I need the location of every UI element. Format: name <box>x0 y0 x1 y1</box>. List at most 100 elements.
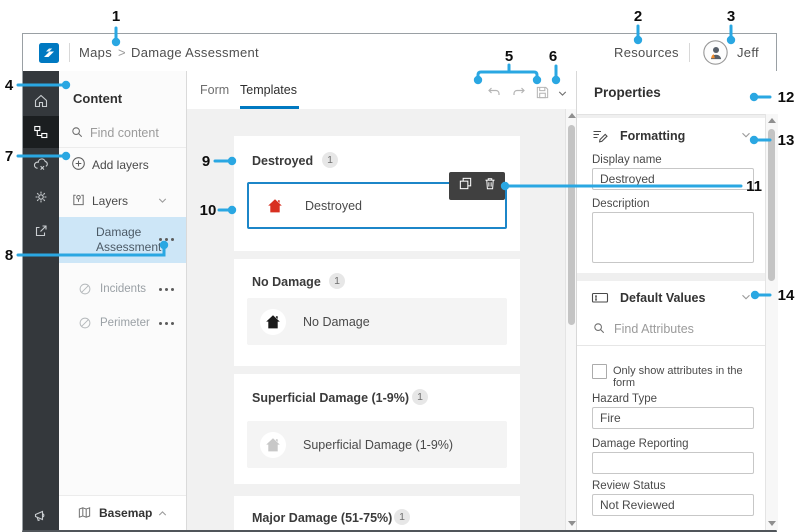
template-symbol-circle <box>262 193 288 219</box>
scroll-down-arrow[interactable] <box>768 521 776 526</box>
scroll-up-arrow[interactable] <box>568 113 576 118</box>
default-values-title: Default Values <box>620 291 705 305</box>
home-icon[interactable] <box>23 86 59 116</box>
callout-8: 8 <box>0 247 18 264</box>
find-content-input[interactable]: Find content <box>90 126 159 140</box>
formatting-icon <box>591 127 609 150</box>
callout-14: 14 <box>771 287 801 304</box>
group-count-badge: 1 <box>329 273 345 289</box>
callout-11: 11 <box>739 178 769 195</box>
default-values-section: Default Values Find Attributes Only show… <box>577 281 766 530</box>
template-card-superficial[interactable]: Superficial Damage (1-9%) <box>247 421 507 468</box>
properties-scrollbar-thumb[interactable] <box>768 129 775 281</box>
add-layers-icon <box>71 156 86 176</box>
redo-icon[interactable] <box>511 86 526 105</box>
basemap-chevron-up-icon[interactable] <box>156 507 169 525</box>
template-group-destroyed: Destroyed 1 Destroyed <box>234 136 520 251</box>
add-layers-button[interactable]: Add layers <box>92 158 149 172</box>
template-group-superficial: Superficial Damage (1-9%) 1 Superficial … <box>234 374 520 484</box>
description-textarea[interactable] <box>592 212 754 263</box>
layer-row-incidents[interactable]: Incidents <box>59 277 186 301</box>
tab-form[interactable]: Form <box>200 83 229 97</box>
disabled-layer-icon <box>78 282 92 301</box>
field-label-review-status: Review Status <box>592 480 666 492</box>
share-export-icon[interactable] <box>23 216 59 246</box>
callout-5: 5 <box>497 48 521 65</box>
header-divider-2 <box>689 43 690 62</box>
layer-row-damage-assessment[interactable]: Damage Assessment <box>59 217 186 263</box>
disabled-layer-icon <box>78 316 92 335</box>
template-card-no-damage[interactable]: No Damage <box>247 298 507 345</box>
layer-name: Damage Assessment <box>96 225 158 255</box>
top-header: Maps > Damage Assessment Resources Jeff <box>23 34 776 72</box>
display-name-label: Display name <box>592 154 662 166</box>
callout-3: 3 <box>719 8 743 25</box>
offline-cloud-icon[interactable] <box>23 149 59 179</box>
editor-tabbar: Form Templates <box>187 71 577 110</box>
callout-2: 2 <box>626 8 650 25</box>
callout-1: 1 <box>104 8 128 25</box>
template-group-major: Major Damage (51-75%) 1 <box>234 496 520 530</box>
group-count-badge: 1 <box>394 509 410 525</box>
template-group-no-damage: No Damage 1 No Damage <box>234 259 520 366</box>
template-label: No Damage <box>303 315 370 329</box>
breadcrumb-maps[interactable]: Maps <box>79 45 112 60</box>
scroll-up-arrow[interactable] <box>768 118 776 123</box>
callout-9: 9 <box>194 153 218 170</box>
main-scrollbar-thumb[interactable] <box>568 125 575 325</box>
breadcrumb-separator: > <box>118 45 126 60</box>
save-icon[interactable] <box>535 85 550 105</box>
callout-4: 4 <box>0 77 18 94</box>
formatting-collapse-chevron-icon[interactable] <box>739 128 753 147</box>
scroll-down-arrow[interactable] <box>568 521 576 526</box>
basemap-row[interactable]: Basemap <box>59 496 186 530</box>
callout-7: 7 <box>0 148 18 165</box>
find-attributes-input[interactable]: Find Attributes <box>614 322 694 336</box>
divider <box>577 345 766 346</box>
properties-panel: Properties Formatting Display name Descr… <box>576 71 777 530</box>
review-status-input[interactable] <box>592 494 754 516</box>
tab-templates[interactable]: Templates <box>240 83 297 97</box>
feedback-megaphone-icon[interactable] <box>23 501 59 531</box>
user-avatar[interactable] <box>703 40 728 70</box>
group-count-badge: 1 <box>412 389 428 405</box>
esri-logo-icon[interactable] <box>39 43 59 68</box>
undo-icon[interactable] <box>487 86 502 105</box>
left-nav-rail <box>23 71 59 530</box>
basemap-icon <box>77 505 92 525</box>
layers-chevron-down-icon[interactable] <box>156 194 169 212</box>
default-values-collapse-chevron-icon[interactable] <box>739 290 753 309</box>
templates-scroll-area[interactable]: Destroyed 1 Destroyed <box>187 109 565 530</box>
search-icon <box>592 321 606 340</box>
layer-overflow-menu-icon[interactable] <box>159 322 174 325</box>
damage-reporting-input[interactable] <box>592 452 754 474</box>
display-name-input[interactable] <box>592 168 754 190</box>
template-symbol-circle <box>260 309 286 335</box>
only-show-attributes-checkbox[interactable] <box>592 364 607 379</box>
layer-row-perimeter[interactable]: Perimeter <box>59 311 186 335</box>
save-menu-chevron-icon[interactable] <box>556 87 569 105</box>
template-symbol-circle <box>260 432 286 458</box>
duplicate-icon[interactable] <box>458 176 473 196</box>
app-window: Maps > Damage Assessment Resources Jeff <box>22 33 777 532</box>
properties-title: Properties <box>594 85 661 100</box>
user-name: Jeff <box>737 45 759 60</box>
callout-12: 12 <box>771 89 801 106</box>
group-title: Major Damage (51-75%) <box>252 511 392 525</box>
hazard-type-input[interactable] <box>592 407 754 429</box>
search-icon <box>70 125 84 144</box>
template-label: Superficial Damage (1-9%) <box>303 438 453 452</box>
properties-scrollbar[interactable] <box>765 114 778 530</box>
layers-group-label: Layers <box>92 194 128 208</box>
divider <box>59 147 186 148</box>
content-panel: Content Find content Add layers Layers D… <box>59 71 186 530</box>
group-title: No Damage <box>252 275 321 289</box>
resources-link[interactable]: Resources <box>614 45 679 60</box>
layer-overflow-menu-icon[interactable] <box>159 288 174 291</box>
settings-gear-icon[interactable] <box>23 182 59 212</box>
layer-overflow-menu-icon[interactable] <box>159 238 174 241</box>
main-editor-column: Form Templates Destroye <box>186 71 577 530</box>
delete-trash-icon[interactable] <box>483 176 497 196</box>
forms-sitemap-icon[interactable] <box>23 117 59 147</box>
field-label-damage-reporting: Damage Reporting <box>592 438 689 450</box>
